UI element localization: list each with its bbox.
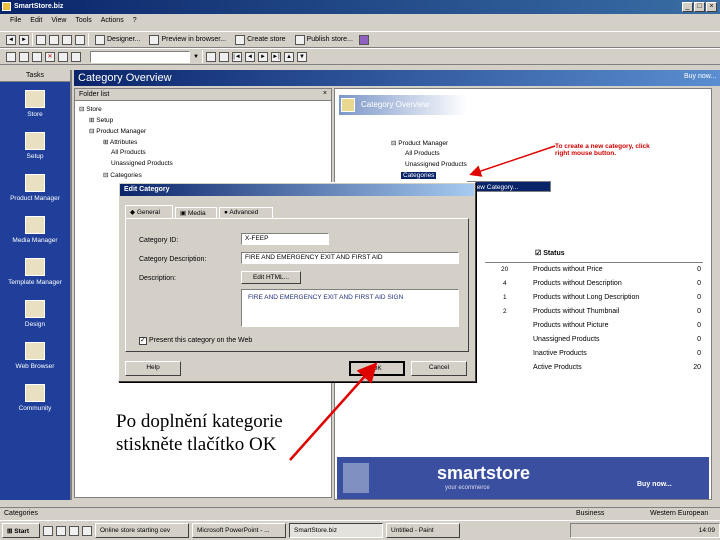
windows-logo-icon: ⊞ <box>7 528 13 535</box>
quick-launch-icon[interactable] <box>43 525 53 536</box>
start-button[interactable]: ⊞ Start <box>2 523 40 538</box>
taskbar-item-online-store[interactable]: Online store starting cev <box>95 523 189 538</box>
quick-launch-icon[interactable] <box>69 525 79 536</box>
taskbar-item-paint[interactable]: Untitled - Paint <box>386 523 460 538</box>
taskbar: ⊞ Start Online store starting cev Micros… <box>0 520 720 540</box>
tray-clock: 14:09 <box>698 527 715 534</box>
taskbar-item-smartstore[interactable]: SmartStore.biz <box>289 523 383 538</box>
system-tray: 14:09 <box>570 523 720 538</box>
annotation-text: Po doplnění kategorie stiskněte tlačítko… <box>116 411 283 455</box>
status-bar-region: Western European <box>650 510 709 517</box>
arrow-to-context-menu <box>469 145 556 177</box>
quick-launch-icon[interactable] <box>56 525 66 536</box>
status-bar-business: Business <box>576 510 605 517</box>
status-bar: Categories Business Western European <box>0 507 720 519</box>
annotation-arrows <box>289 145 556 461</box>
quick-launch-icon[interactable] <box>82 525 92 536</box>
arrow-to-ok-button <box>289 362 378 461</box>
taskbar-item-powerpoint[interactable]: Microsoft PowerPoint - ... <box>192 523 286 538</box>
status-bar-left: Categories <box>4 510 38 517</box>
